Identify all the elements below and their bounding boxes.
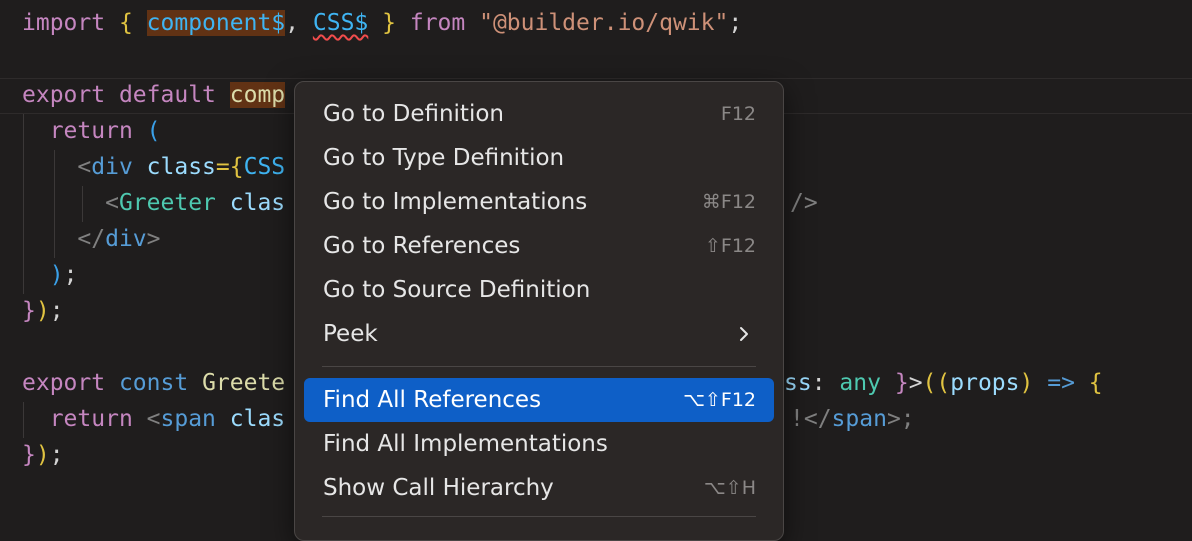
token: div [91,154,133,180]
menu-item-shortcut: ⇧F12 [704,235,756,257]
menu-item-go-to-references[interactable]: Go to References ⇧F12 [304,224,774,268]
code-line-8: ); [22,257,78,293]
code-line-6: <Greeter clas /> [22,185,818,221]
token: props [950,370,1020,396]
token: ) [35,298,50,324]
token: import [22,10,106,36]
token: (( [922,370,951,396]
menu-item-find-all-references[interactable]: Find All References ⌥⇧F12 [304,378,774,422]
token: ; [63,262,78,288]
token: < [146,406,161,432]
menu-item-shortcut: F12 [720,103,756,125]
token: >; [886,406,915,432]
token: class [146,154,216,180]
token: Greeter [118,190,216,216]
menu-item-label: Go to Type Definition [323,145,565,171]
token: export [22,370,106,396]
token: ) [35,442,50,468]
menu-item-go-to-definition[interactable]: Go to Definition F12 [304,92,774,136]
menu-separator [322,516,756,517]
token: return [49,118,133,144]
token: : [811,370,826,396]
menu-item-go-to-implementations[interactable]: Go to Implementations ⌘F12 [304,180,774,224]
token: return [49,406,133,432]
menu-item-shortcut: ⌘F12 [701,191,756,213]
token: /> [790,190,818,216]
code-line-9: }); [22,293,64,329]
menu-item-shortcut: ⌥⇧H [703,477,756,499]
token: span [831,406,887,432]
menu-item-label: Go to References [323,233,521,259]
token: } [22,298,36,324]
token: ; [728,10,743,36]
code-line-1: import { component$, CSS$ } from "@build… [22,5,742,41]
token: span [160,406,216,432]
token: ss [784,370,812,396]
token: clas [229,190,286,216]
code-line-12: return <span clas !</span>; [22,401,915,437]
token: < [105,190,119,216]
menu-item-go-to-type-definition[interactable]: Go to Type Definition [304,136,774,180]
token: } [22,442,36,468]
token: ; [49,442,64,468]
menu-item-label: Find All Implementations [323,431,608,457]
token: Greete [202,370,286,396]
code-line-13: }); [22,437,64,473]
token-component-highlight[interactable]: component$ [146,10,286,36]
menu-item-label: Show Call Hierarchy [323,475,554,501]
token: clas [229,406,286,432]
token: !</ [790,406,832,432]
token: const [118,370,189,396]
token: ) [49,262,64,288]
token: } [382,10,396,36]
token-string: "@builder.io/qwik" [479,10,729,36]
token: ={ [215,154,244,180]
menu-item-label: Find All References [323,387,542,413]
token: , [285,10,300,36]
menu-separator [322,366,756,367]
menu-item-go-to-source-definition[interactable]: Go to Source Definition [304,268,774,312]
token: default [118,82,216,108]
token: ( [146,118,161,144]
token: any [839,370,881,396]
token-component-highlight[interactable]: comp [229,82,286,108]
token: ; [49,298,64,324]
code-line-11: export const Greete ss: any }>((props) =>… [22,365,1103,401]
code-line-3: export default comp [22,77,286,113]
menu-item-label: Go to Source Definition [323,277,591,303]
token: </ [77,226,106,252]
menu-item-label: Peek [323,321,378,347]
menu-item-label: Go to Definition [323,101,504,127]
menu-item-peek[interactable]: Peek [304,312,774,356]
token: } [894,370,909,396]
code-line-5: <div class={CSS [22,149,285,185]
token: export [22,82,106,108]
code-line-4: return ( [22,113,161,149]
code-line-7: </div> [22,221,161,257]
code-line-11-tail: ss: any }>((props) => { [784,365,1103,401]
token: => [1047,370,1075,396]
token: > [908,370,923,396]
menu-item-label: Go to Implementations [323,189,588,215]
code-line-12-tail: !</span>; [790,401,915,437]
menu-item-shortcut: ⌥⇧F12 [683,389,756,411]
token-css-error[interactable]: CSS$ [313,10,368,36]
token: { [1088,370,1103,396]
token: from [409,10,466,36]
token: ) [1019,370,1034,396]
token: div [105,226,147,252]
token: < [77,154,92,180]
token: > [146,226,161,252]
menu-item-show-call-hierarchy[interactable]: Show Call Hierarchy ⌥⇧H [304,466,774,510]
menu-item-find-all-implementations[interactable]: Find All Implementations [304,422,774,466]
token: { [118,10,133,36]
context-menu: Go to Definition F12 Go to Type Definiti… [294,81,784,541]
chevron-right-icon [740,327,748,341]
token: CSS [243,154,286,180]
